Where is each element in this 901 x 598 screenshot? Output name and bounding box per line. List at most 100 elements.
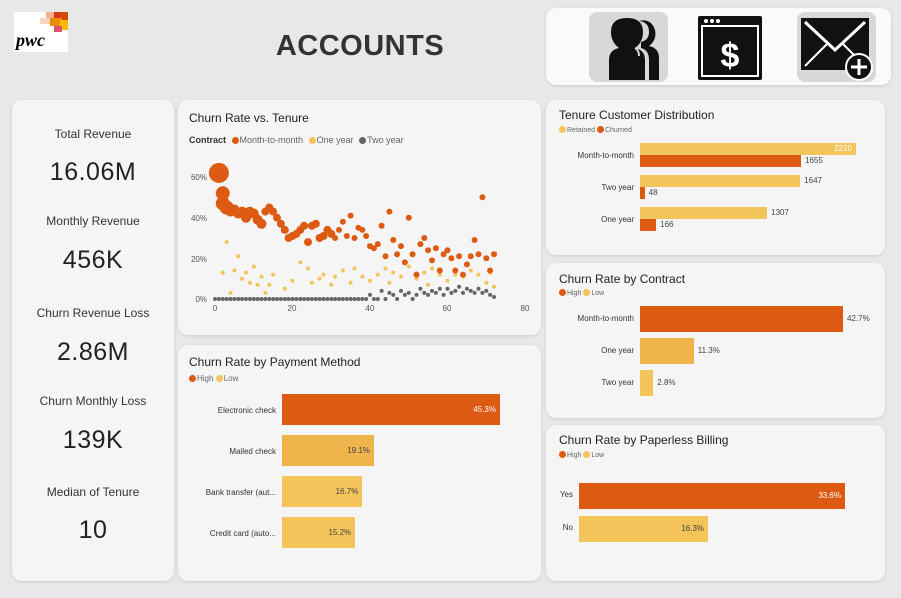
email-button[interactable] (797, 12, 876, 82)
x-tick-label: 80 (521, 304, 530, 313)
y-tick-label: 40% (191, 214, 207, 223)
kpi-value: 2.86M (57, 338, 129, 366)
retained-bar[interactable] (640, 175, 801, 187)
scatter-point (356, 297, 361, 301)
category-label: Yes (559, 490, 573, 499)
legend-marker (559, 289, 566, 296)
scatter-point (348, 280, 353, 285)
scatter-point (467, 253, 474, 260)
data-label: 2.8% (657, 378, 676, 387)
data-label: 33.6% (818, 491, 841, 500)
scatter-point (463, 261, 470, 268)
scatter-point (468, 288, 473, 293)
y-tick-label: 0% (195, 295, 207, 304)
category-label: Two year (601, 378, 634, 387)
scatter-point (267, 282, 272, 287)
x-tick-label: 20 (288, 304, 297, 313)
payment-method-card[interactable]: Churn Rate by Payment Method High Low El… (178, 345, 541, 581)
churn-tenure-card[interactable]: Churn Rate vs. Tenure Contract Month-to-… (178, 100, 541, 335)
scatter-point (483, 255, 490, 262)
scatter-point (364, 297, 369, 301)
scatter-point (271, 297, 276, 301)
scatter-point (255, 282, 260, 287)
scatter-point (317, 276, 322, 281)
chart-legend: Retained Churned (559, 126, 632, 134)
scatter-point (395, 297, 400, 301)
scatter-point (311, 219, 320, 228)
category-label: Electronic check (217, 406, 276, 415)
paperless-billing-card[interactable]: Churn Rate by Paperless Billing High Low… (546, 425, 885, 581)
scatter-point (290, 297, 295, 301)
paperless-bar[interactable] (579, 483, 845, 509)
legend-label: Low (223, 374, 239, 383)
scatter-point (321, 272, 326, 277)
scatter-point (360, 297, 365, 301)
churned-bar[interactable] (640, 187, 645, 199)
kpi-label: Total Revenue (54, 127, 132, 141)
scatter-point (374, 241, 381, 248)
churned-bar[interactable] (640, 219, 657, 231)
scatter-point (425, 247, 432, 254)
scatter-point (240, 276, 245, 281)
scatter-point (294, 297, 299, 301)
scatter-point (325, 297, 330, 301)
chart-title: Churn Rate by Contract (559, 272, 686, 286)
scatter-point (394, 251, 401, 258)
category-label: Mailed check (229, 447, 276, 456)
scatter-point (449, 290, 454, 295)
legend-label: Churned (604, 127, 632, 134)
scatter-point (339, 218, 346, 225)
scatter-point (278, 297, 283, 301)
scatter-point (453, 288, 458, 293)
scatter-point (421, 235, 428, 241)
data-label: 11.3% (697, 346, 720, 355)
data-label: 1647 (804, 176, 823, 185)
scatter-point (436, 267, 443, 274)
customer-profile-button[interactable] (589, 12, 668, 82)
scatter-point (309, 280, 314, 285)
scatter-point (413, 271, 420, 278)
category-label: Two year (601, 183, 634, 192)
scatter-point (344, 297, 349, 301)
scatter-point (271, 272, 276, 277)
kpi-label: Median of Tenure (46, 485, 140, 499)
scatter-point (391, 270, 396, 275)
tenure-distribution-card[interactable]: Tenure Customer Distribution Retained Ch… (546, 100, 885, 255)
scatter-point (375, 297, 380, 301)
scatter-point (244, 297, 248, 301)
contract-bar[interactable] (640, 338, 694, 364)
contract-card[interactable]: Churn Rate by Contract High Low Month-to… (546, 263, 885, 418)
scatter-point (251, 264, 256, 269)
scatter-point (444, 247, 451, 254)
data-label: 1655 (805, 156, 823, 165)
category-label: Month-to-month (577, 314, 634, 323)
scatter-point (422, 290, 427, 295)
chart-legend: High Low (559, 451, 604, 459)
retained-bar[interactable] (640, 143, 856, 155)
scatter-point (457, 284, 462, 289)
scatter-point (398, 243, 404, 250)
retained-bar[interactable] (640, 207, 768, 219)
scatter-point (298, 260, 303, 265)
scatter-point (445, 286, 450, 291)
chart-title: Churn Rate by Payment Method (189, 355, 361, 369)
scatter-point (492, 284, 496, 289)
legend-label: High (567, 452, 582, 459)
scatter-point (378, 222, 385, 229)
data-label: 2220 (834, 144, 852, 153)
svg-text:$: $ (721, 37, 740, 75)
billing-button[interactable]: $ (694, 12, 766, 82)
contract-bar[interactable] (640, 306, 843, 332)
scatter-point (410, 297, 415, 301)
payment-bar[interactable] (282, 394, 500, 425)
pwc-logo-text: pwc (16, 30, 45, 50)
scatter-point (402, 292, 407, 297)
chart-legend: High Low (559, 289, 604, 297)
kpi-card: Total Revenue 16.06M Monthly Revenue 456… (12, 100, 174, 581)
scatter-point (313, 297, 318, 301)
churned-bar[interactable] (640, 155, 802, 167)
scatter-point (232, 297, 237, 301)
contract-bar[interactable] (640, 370, 654, 396)
kpi-value: 16.06M (49, 158, 137, 186)
scatter-point (476, 272, 481, 277)
